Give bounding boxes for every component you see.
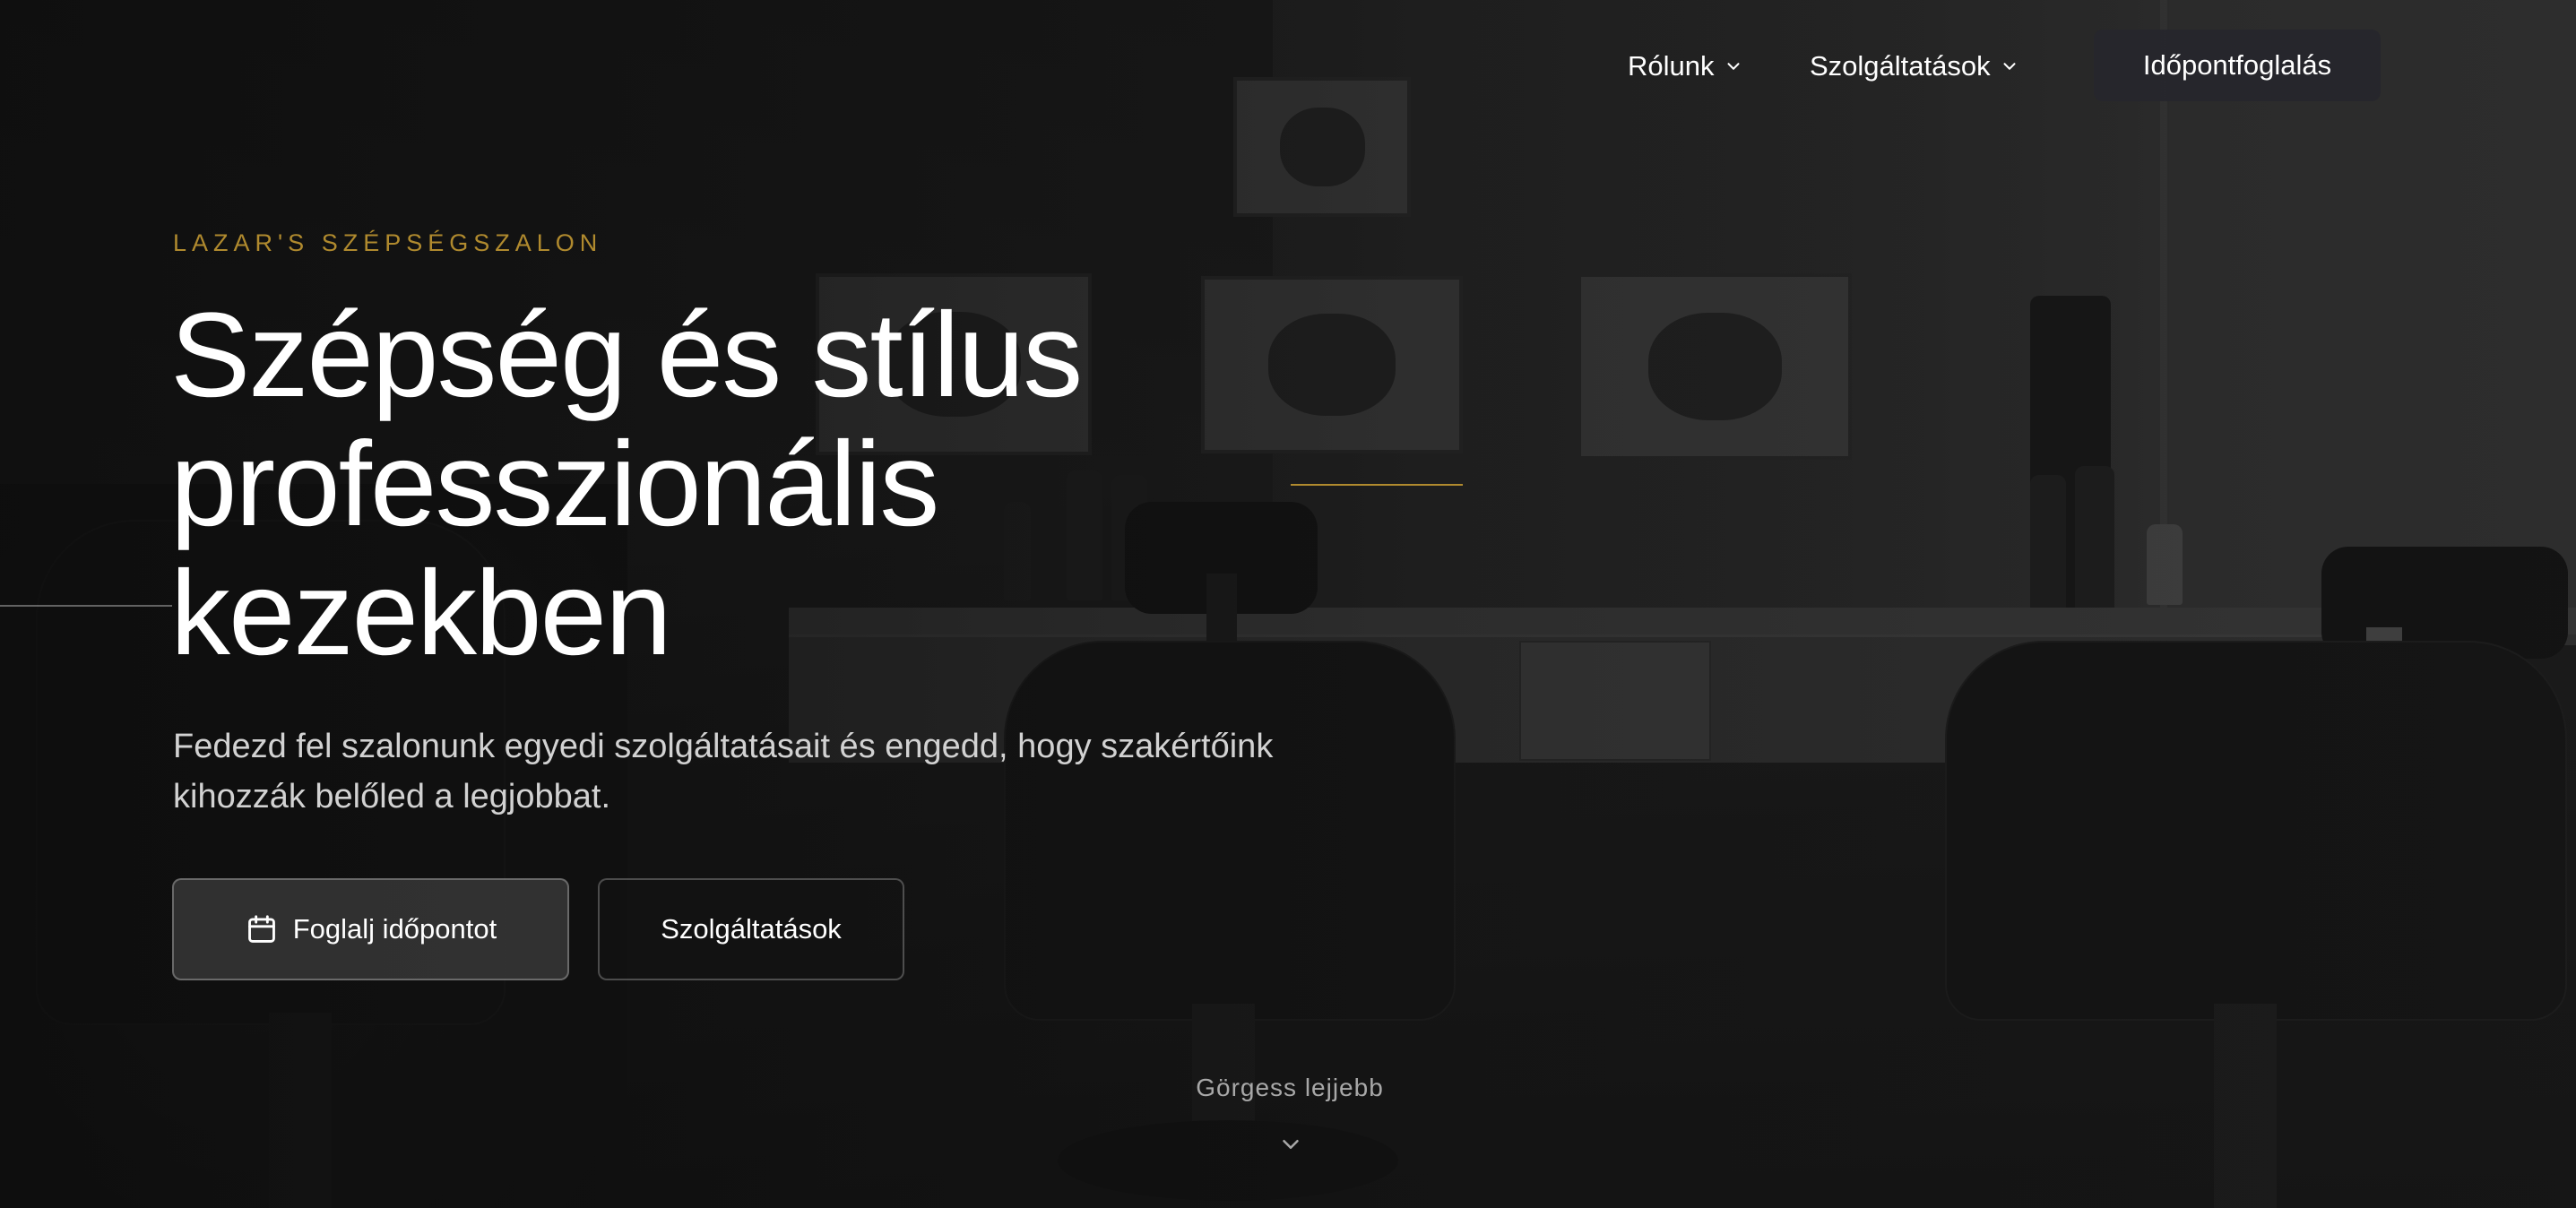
scroll-hint[interactable]: Görgess lejjebb — [1111, 1074, 1469, 1102]
chevron-down-icon — [1726, 63, 1740, 70]
chevron-down-icon — [2003, 63, 2016, 70]
calendar-icon — [247, 915, 275, 943]
hero-description-line: kihozzák belőled a legjobbat. — [173, 778, 611, 815]
hero-description-line: Fedezd fel szalonunk egyedi szolgáltatás… — [173, 728, 1274, 765]
nav-services-menu[interactable]: Szolgáltatások — [1810, 43, 2019, 90]
hero-headline-line: Szépség és stílus — [170, 289, 1083, 422]
left-accent-line — [0, 605, 172, 607]
hero-headline-line: professzionális — [170, 418, 939, 551]
nav-services-label: Szolgáltatások — [1810, 50, 1991, 82]
book-appointment-button[interactable]: Foglalj időpontot — [172, 878, 569, 980]
hero-description: Fedezd fel szalonunk egyedi szolgáltatás… — [173, 721, 1365, 822]
nav-about-menu[interactable]: Rólunk — [1628, 43, 1743, 90]
nav-about-label: Rólunk — [1628, 50, 1715, 82]
top-navigation: Rólunk Szolgáltatások Időpontfoglalás — [0, 0, 2576, 134]
chevron-down-icon[interactable] — [1277, 1131, 1304, 1158]
services-button-label: Szolgáltatások — [661, 913, 842, 945]
book-appointment-label: Foglalj időpontot — [292, 913, 497, 945]
hero-headline-line: kezekben — [170, 547, 672, 680]
salon-name-eyebrow: LAZAR'S SZÉPSÉGSZALON — [173, 229, 603, 256]
booking-button[interactable]: Időpontfoglalás — [2094, 30, 2381, 101]
booking-button-label: Időpontfoglalás — [2142, 49, 2332, 81]
services-button[interactable]: Szolgáltatások — [598, 878, 904, 980]
hero-headline: Szépség és stílus professzionális kezekb… — [170, 291, 1336, 678]
